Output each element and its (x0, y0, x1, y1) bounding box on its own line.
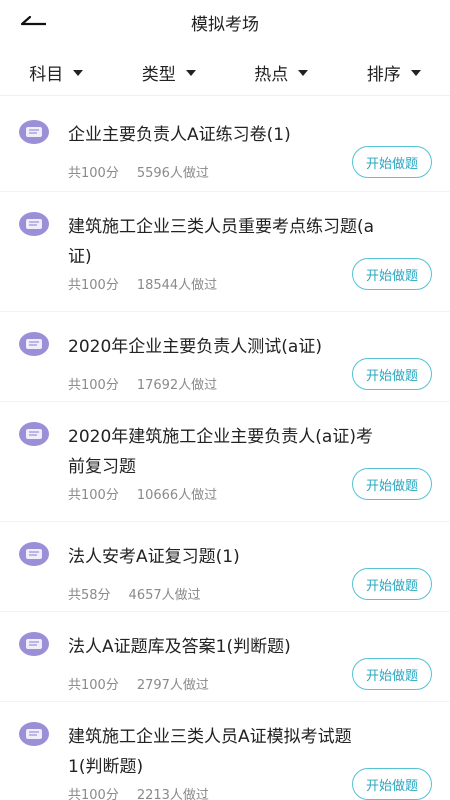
exam-meta: 共100分 17692人做过 (68, 374, 217, 393)
exam-title: 建筑施工企业三类人员A证模拟考试题1(判断题) (68, 727, 352, 777)
page-title: 模拟考场 (191, 15, 259, 35)
exam-count: 17692人做过 (136, 378, 218, 393)
exam-count: 2797人做过 (136, 678, 209, 693)
exam-score: 共100分 (68, 278, 119, 293)
exam-meta: 共100分 10666人做过 (68, 484, 217, 503)
filter-type[interactable]: 类型 (113, 50, 226, 95)
exam-title: 企业主要负责人A证练习卷(1) (68, 125, 291, 145)
exam-score: 共58分 (68, 588, 111, 603)
filter-label: 排序 (366, 65, 401, 85)
exam-meta: 共100分 5596人做过 (68, 162, 209, 181)
filter-subject[interactable]: 科目 (0, 50, 113, 95)
list-item[interactable]: 建筑施工企业三类人员A证模拟考试题1(判断题) 共100分 2213人做过 开始… (0, 702, 450, 800)
exam-score: 共100分 (68, 678, 119, 693)
exam-title: 建筑施工企业三类人员重要考点练习题(a证) (68, 217, 375, 267)
exam-title: 法人A证题库及答案1(判断题) (68, 637, 291, 657)
list-item[interactable]: 2020年建筑施工企业主要负责人(a证)考前复习题 共100分 10666人做过… (0, 402, 450, 522)
exam-meta: 共100分 2213人做过 (68, 784, 209, 800)
exam-score: 共100分 (68, 488, 119, 503)
exam-score: 共100分 (68, 166, 119, 181)
start-button[interactable]: 开始做题 (352, 258, 432, 290)
scroll-icon (18, 720, 50, 748)
start-button[interactable]: 开始做题 (352, 468, 432, 500)
list-item[interactable]: 2020年企业主要负责人测试(a证) 共100分 17692人做过 开始做题 (0, 312, 450, 402)
filter-label: 类型 (141, 65, 176, 85)
list-item[interactable]: 建筑施工企业三类人员重要考点练习题(a证) 共100分 18544人做过 开始做… (0, 192, 450, 312)
exam-title: 法人安考A证复习题(1) (68, 547, 240, 567)
scroll-icon (18, 330, 50, 358)
filter-label: 科目 (29, 65, 64, 85)
exam-count: 5596人做过 (136, 166, 209, 181)
start-button[interactable]: 开始做题 (352, 658, 432, 690)
header: 模拟考场 (0, 0, 450, 44)
scroll-icon (18, 540, 50, 568)
exam-count: 10666人做过 (136, 488, 218, 503)
exam-meta: 共100分 18544人做过 (68, 274, 217, 293)
scroll-icon (18, 118, 50, 146)
start-button[interactable]: 开始做题 (352, 358, 432, 390)
scroll-icon (18, 420, 50, 448)
list-item[interactable]: 企业主要负责人A证练习卷(1) 共100分 5596人做过 开始做题 (0, 100, 450, 192)
exam-meta: 共58分 4657人做过 (68, 584, 201, 603)
exam-title: 2020年建筑施工企业主要负责人(a证)考前复习题 (68, 427, 373, 477)
start-button[interactable]: 开始做题 (352, 568, 432, 600)
filter-sort[interactable]: 排序 (338, 50, 450, 95)
scroll-icon (18, 210, 50, 238)
start-button[interactable]: 开始做题 (352, 146, 432, 178)
list-item[interactable]: 法人安考A证复习题(1) 共58分 4657人做过 开始做题 (0, 522, 450, 612)
filter-label: 热点 (254, 65, 289, 85)
exam-list: 企业主要负责人A证练习卷(1) 共100分 5596人做过 开始做题 建筑施工企… (0, 100, 450, 800)
filter-bar: 科目 类型 热点 排序 (0, 50, 450, 96)
caret-down-icon (410, 69, 421, 76)
exam-count: 2213人做过 (136, 788, 209, 800)
list-item[interactable]: 法人A证题库及答案1(判断题) 共100分 2797人做过 开始做题 (0, 612, 450, 702)
caret-down-icon (185, 69, 196, 76)
exam-title: 2020年企业主要负责人测试(a证) (68, 337, 322, 357)
exam-score: 共100分 (68, 378, 119, 393)
caret-down-icon (298, 69, 309, 76)
caret-down-icon (73, 69, 84, 76)
exam-count: 18544人做过 (136, 278, 218, 293)
scroll-icon (18, 630, 50, 658)
exam-score: 共100分 (68, 788, 119, 800)
exam-count: 4657人做过 (128, 588, 201, 603)
start-button[interactable]: 开始做题 (352, 768, 432, 800)
exam-meta: 共100分 2797人做过 (68, 674, 209, 693)
filter-hot[interactable]: 热点 (225, 50, 338, 95)
